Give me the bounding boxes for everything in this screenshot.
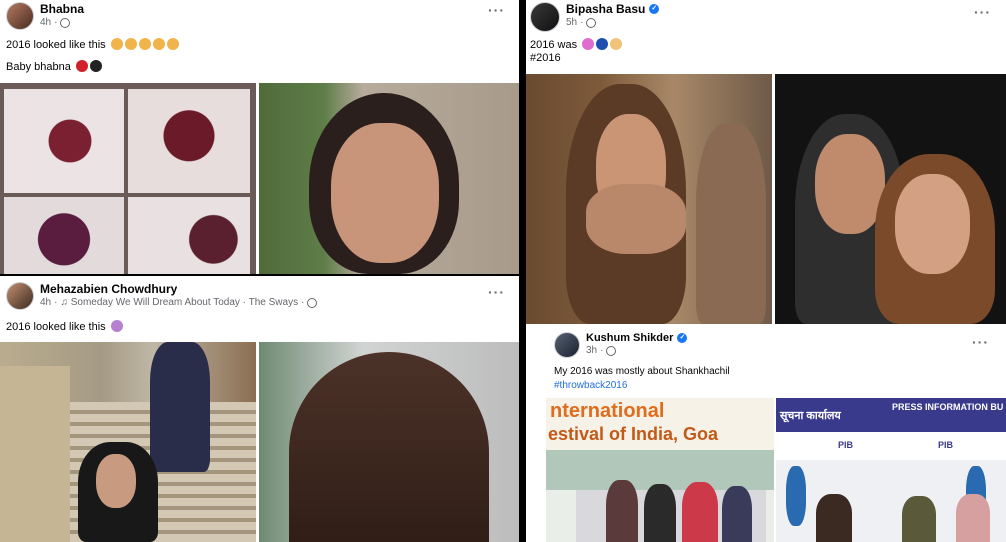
post-photo[interactable]	[0, 83, 256, 274]
post-header: Mehazabien Chowdhury 4h · ♫ Someday We Wil…	[6, 282, 318, 310]
timestamp[interactable]: 5h	[566, 17, 577, 28]
hashtag-link[interactable]: #throwback2016	[554, 380, 627, 391]
post-meta: 5h ·	[566, 17, 659, 28]
author-name[interactable]: Mehazabien Chowdhury	[40, 282, 317, 296]
post-meta: 4h · ♫ Someday We Will Dream About Today ·…	[40, 297, 318, 308]
pib-logo: PIB	[838, 440, 854, 450]
post-text: 2016 looked like this	[6, 38, 179, 51]
festival-subtitle: estival of India, Goa	[548, 424, 719, 444]
lips-emoji-icon	[75, 60, 88, 72]
post-photo[interactable]: nternational estival of India, Goa	[546, 398, 774, 542]
emoji-icon	[110, 320, 123, 332]
globe-icon	[606, 345, 617, 356]
bird-emoji-icon	[89, 60, 102, 72]
post-header: Kushum Shikder ✓ 3h ·	[554, 332, 688, 358]
folded-hands-emoji-icon	[610, 38, 623, 50]
avatar[interactable]	[530, 2, 560, 32]
post-photo[interactable]	[259, 342, 519, 542]
more-options-icon[interactable]: ···	[488, 284, 505, 300]
timestamp[interactable]: 4h	[40, 297, 51, 308]
festival-banner: nternational estival of India, Goa	[546, 398, 774, 450]
verified-badge-icon: ✓	[649, 4, 660, 14]
author-name[interactable]: Bhabna	[40, 2, 84, 16]
avatar[interactable]	[6, 282, 34, 310]
emoji-icon	[138, 38, 151, 50]
post-photo[interactable]: सूचना कार्यालय PRESS INFORMATION BU PIB …	[776, 398, 1006, 542]
post-photo[interactable]	[526, 74, 772, 324]
pib-title: PRESS INFORMATION BU	[892, 402, 1004, 412]
post-bhabna: Bhabna 4h · ··· 2016 looked like this Bab…	[0, 0, 519, 274]
globe-icon	[307, 297, 318, 308]
more-options-icon[interactable]: ···	[488, 2, 505, 18]
more-options-icon[interactable]: ···	[974, 4, 991, 20]
avatar[interactable]	[554, 332, 580, 358]
emoji-icon	[110, 38, 123, 50]
emoji-icon	[124, 38, 137, 50]
evil-eye-emoji-icon	[596, 38, 609, 50]
verified-badge-icon: ✓	[677, 333, 688, 343]
author-name[interactable]: Kushum Shikder ✓	[586, 332, 688, 344]
hashtag-link[interactable]: #2016	[530, 52, 561, 64]
post-text: My 2016 was mostly about Shankhachil	[554, 366, 730, 377]
hindi-sign: सूचना कार्यालय	[780, 410, 841, 422]
post-text-secondary: Baby bhabna	[6, 60, 102, 73]
pib-banner: सूचना कार्यालय PRESS INFORMATION BU	[776, 398, 1006, 432]
author-name[interactable]: Bipasha Basu ✓	[566, 2, 660, 16]
heart-emoji-icon	[582, 38, 595, 50]
emoji-icon	[166, 38, 179, 50]
music-attachment[interactable]: ♫ Someday We Will Dream About Today · Th…	[60, 297, 298, 308]
post-meta: 3h ·	[586, 345, 687, 356]
globe-icon	[60, 17, 71, 28]
timestamp[interactable]: 3h	[586, 345, 597, 356]
post-text: 2016 was	[530, 38, 623, 51]
avatar[interactable]	[6, 2, 34, 30]
post-text: 2016 looked like this	[6, 320, 123, 333]
post-kushum: Kushum Shikder ✓ 3h · ··· My 2016 was most…	[526, 326, 1006, 542]
post-bipasha: Bipasha Basu ✓ 5h · ··· 2016 was #2016 Kus…	[526, 0, 1006, 542]
post-photo[interactable]	[259, 83, 519, 274]
post-photo[interactable]	[0, 342, 256, 542]
globe-icon	[586, 17, 597, 28]
post-meta: 4h ·	[40, 17, 84, 28]
post-header: Bhabna 4h ·	[6, 2, 84, 30]
pib-logo: PIB	[938, 440, 954, 450]
emoji-icon	[152, 38, 165, 50]
post-mehazabien: Mehazabien Chowdhury 4h · ♫ Someday We Wil…	[0, 276, 519, 542]
festival-title: nternational	[550, 400, 665, 422]
post-header: Bipasha Basu ✓ 5h ·	[530, 2, 660, 32]
more-options-icon[interactable]: ···	[972, 334, 989, 350]
post-photo[interactable]	[775, 74, 1006, 324]
timestamp[interactable]: 4h	[40, 17, 51, 28]
